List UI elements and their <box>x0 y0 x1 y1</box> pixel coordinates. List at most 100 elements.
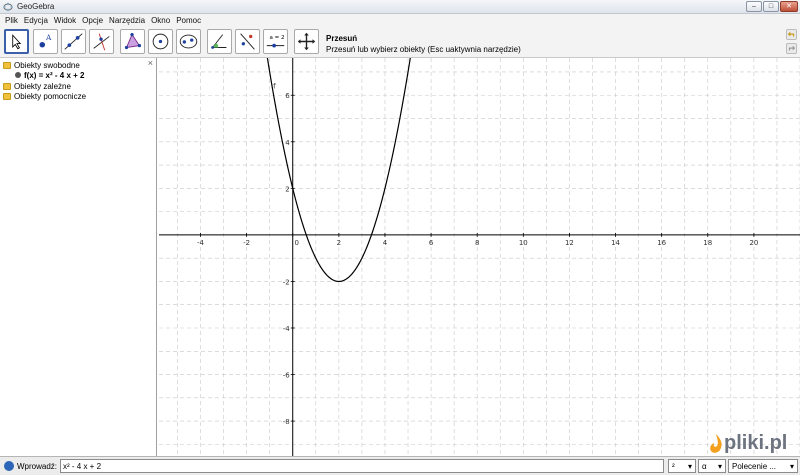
x-tick-label: -4 <box>197 239 205 247</box>
x-tick-label: 16 <box>657 239 666 247</box>
command-value: Polecenie ... <box>732 461 777 471</box>
menu-file[interactable]: Plik <box>2 16 21 25</box>
conic-tool-button[interactable] <box>176 29 201 54</box>
active-tool-help: Przesuń lub wybierz obiekty (Esc uaktywn… <box>326 45 521 54</box>
symbols-dropdown[interactable]: ² ▾ <box>668 459 696 473</box>
greek-dropdown[interactable]: α ▾ <box>698 459 726 473</box>
x-tick-label: 18 <box>703 239 712 247</box>
folder-icon <box>3 61 11 69</box>
menu-options[interactable]: Opcje <box>79 16 106 25</box>
menu-help[interactable]: Pomoc <box>173 16 204 25</box>
perpendicular-tool-button[interactable] <box>89 29 114 54</box>
x-tick-label: 4 <box>383 239 388 247</box>
x-tick-label: 2 <box>337 239 341 247</box>
tree-folder-auxiliary-objects[interactable]: Obiekty pomocnicze <box>3 91 86 101</box>
symbols-value: ² <box>672 461 675 471</box>
tick-labels: -4 -2 0 2 4 6 8 10 12 14 16 18 20 -8 -6 -4 -2 2 4 6 <box>197 92 758 426</box>
reflect-tool-button[interactable] <box>235 29 260 54</box>
move-view-arrows-icon <box>297 32 316 51</box>
polygon-icon <box>124 32 142 50</box>
circle-center-point-icon <box>152 33 169 50</box>
window-title: GeoGebra <box>17 2 55 11</box>
folder-label: Obiekty pomocnicze <box>14 91 87 101</box>
menu-bar: Plik Edycja Widok Opcje Narzędzia Okno P… <box>0 14 800 26</box>
chevron-down-icon: ▾ <box>717 461 722 471</box>
chevron-down-icon: ▾ <box>789 461 794 471</box>
angle-tool-button[interactable] <box>207 29 232 54</box>
redo-button[interactable] <box>786 43 797 54</box>
greek-value: α <box>702 461 707 471</box>
active-tool-name: Przesuń <box>326 34 358 43</box>
window-controls: – □ ✕ <box>746 1 798 12</box>
menu-tools[interactable]: Narzędzia <box>106 16 148 25</box>
undo-icon <box>787 31 795 37</box>
maximize-button[interactable]: □ <box>763 1 779 12</box>
minimize-button[interactable]: – <box>746 1 762 12</box>
x-tick-label: -2 <box>243 239 250 247</box>
folder-icon <box>3 92 11 100</box>
x-tick-label: 20 <box>749 239 758 247</box>
function-plot[interactable]: -4 -2 0 2 4 6 8 10 12 14 16 18 20 -8 -6 -4 -2 2 4 6 f <box>159 58 800 456</box>
menu-edit[interactable]: Edycja <box>21 16 51 25</box>
tree-folder-free-objects[interactable]: Obiekty swobodne <box>3 60 80 70</box>
menu-view[interactable]: Widok <box>51 16 79 25</box>
function-label: f <box>273 82 276 90</box>
y-tick-label: -2 <box>283 278 290 286</box>
title-bar: GeoGebra – □ ✕ <box>0 0 800 14</box>
y-tick-label: 6 <box>285 92 290 100</box>
flame-logo-icon <box>710 433 722 453</box>
x-tick-label: 12 <box>565 239 574 247</box>
close-button[interactable]: ✕ <box>780 1 798 12</box>
folder-label: Obiekty swobodne <box>14 60 80 70</box>
undo-button[interactable] <box>786 29 797 40</box>
polygon-tool-button[interactable] <box>120 29 145 54</box>
new-point-icon: A <box>39 33 52 48</box>
axes <box>159 58 800 456</box>
line-through-points-icon <box>64 33 83 50</box>
tree-folder-dependent-objects[interactable]: Obiekty zależne <box>3 81 71 91</box>
menu-window[interactable]: Okno <box>148 16 173 25</box>
grid <box>159 58 800 456</box>
svg-text:A: A <box>45 33 52 42</box>
redo-icon <box>788 45 796 51</box>
algebra-object-row[interactable]: f(x) = x² - 4 x + 2 <box>15 70 84 80</box>
input-label: Wprowadź: <box>17 462 58 471</box>
slider-tool-text: a = 2 <box>270 35 285 41</box>
slider-tool-button[interactable]: a = 2 <box>263 29 288 54</box>
geogebra-window: GeoGebra – □ ✕ Plik Edycja Widok Opcje N… <box>0 0 800 475</box>
geogebra-logo-icon <box>3 2 13 11</box>
visibility-toggle-icon[interactable] <box>15 72 21 78</box>
cursor-arrow-icon <box>12 34 22 50</box>
x-tick-label: 6 <box>429 239 434 247</box>
x-tick-label: 8 <box>475 239 479 247</box>
slider-icon: a = 2 <box>266 35 285 48</box>
command-dropdown[interactable]: Polecenie ... ▾ <box>728 459 798 473</box>
graphics-view[interactable]: -4 -2 0 2 4 6 8 10 12 14 16 18 20 -8 -6 -4 -2 2 4 6 f <box>159 58 800 456</box>
x-tick-label: 0 <box>294 239 298 247</box>
ellipse-icon <box>179 34 198 49</box>
y-tick-label: 2 <box>285 185 289 193</box>
input-field[interactable] <box>60 459 664 473</box>
function-definition: f(x) = x² - 4 x + 2 <box>24 70 85 80</box>
close-algebra-view-icon[interactable]: × <box>148 58 153 68</box>
pliki-watermark: pliki.pl <box>708 432 787 455</box>
y-tick-label: -8 <box>283 418 290 426</box>
y-tick-label: 4 <box>285 139 290 147</box>
move-graphics-view-button[interactable] <box>294 29 319 54</box>
move-tool-button[interactable] <box>4 29 29 54</box>
perpendicular-line-icon <box>93 33 110 51</box>
toolbar: A a = 2 Przesuń Przesuń lub wybierz obie… <box>0 26 800 58</box>
reflect-about-line-icon <box>240 33 255 50</box>
algebra-view: × Obiekty swobodne f(x) = x² - 4 x + 2 O… <box>0 58 157 456</box>
chevron-down-icon: ▾ <box>687 461 692 471</box>
y-tick-label: -6 <box>283 372 291 380</box>
folder-label: Obiekty zależne <box>14 81 71 91</box>
line-tool-button[interactable] <box>61 29 86 54</box>
folder-icon <box>3 82 11 90</box>
x-tick-label: 14 <box>611 239 620 247</box>
circle-tool-button[interactable] <box>148 29 173 54</box>
input-help-icon[interactable] <box>4 461 14 471</box>
watermark-text: pliki.pl <box>724 432 788 454</box>
x-tick-label: 10 <box>519 239 528 247</box>
point-tool-button[interactable]: A <box>33 29 58 54</box>
